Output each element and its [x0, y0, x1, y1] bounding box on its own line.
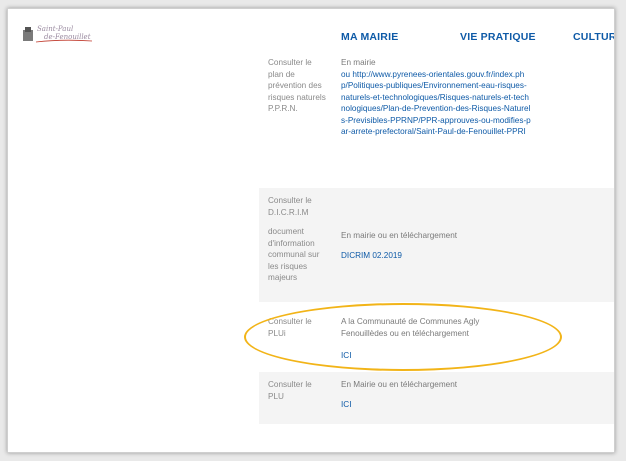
svg-text:Saint-Paul: Saint-Paul [37, 25, 73, 33]
table-row-plu: Consulter le PLU En Mairie ou en télécha… [259, 372, 614, 424]
row-value: En Mairie ou en téléchargement [341, 380, 458, 389]
row-label: Consulter le plan de prévention des risq… [268, 58, 326, 113]
value-text: En mairie [341, 58, 376, 67]
highlight-ellipse [244, 303, 562, 371]
svg-text:de-Fenouillet: de-Fenouillet [44, 33, 91, 41]
nav-vie-pratique[interactable]: VIE PRATIQUE [460, 31, 536, 43]
page-frame: Saint-Paul de-Fenouillet MA MAIRIE VIE P… [7, 8, 615, 453]
pprn-link[interactable]: ou http://www.pyrenees-orientales.gouv.f… [341, 69, 531, 138]
dicrim-link[interactable]: DICRIM 02.2019 [341, 250, 531, 262]
nav-culture[interactable]: CULTURE [573, 31, 614, 43]
nav-ma-mairie[interactable]: MA MAIRIE [341, 31, 398, 43]
row-sublabel: document d'information communal sur les … [268, 227, 320, 282]
row-label: Consulter le D.I.C.R.I.M [268, 196, 312, 217]
row-value: En mairie ou http://www.pyrenees-orienta… [341, 57, 531, 138]
table-row-pprn: Consulter le plan de prévention des risq… [259, 55, 614, 188]
site-header: Saint-Paul de-Fenouillet MA MAIRIE VIE P… [8, 9, 614, 55]
town-logo[interactable]: Saint-Paul de-Fenouillet [22, 21, 106, 45]
row-label: Consulter le PLU [268, 380, 312, 401]
row-value: En mairie ou en téléchargement [341, 231, 458, 240]
plu-link[interactable]: ICI [341, 399, 531, 411]
table-row-dicrim: Consulter le D.I.C.R.I.M document d'info… [259, 188, 614, 302]
